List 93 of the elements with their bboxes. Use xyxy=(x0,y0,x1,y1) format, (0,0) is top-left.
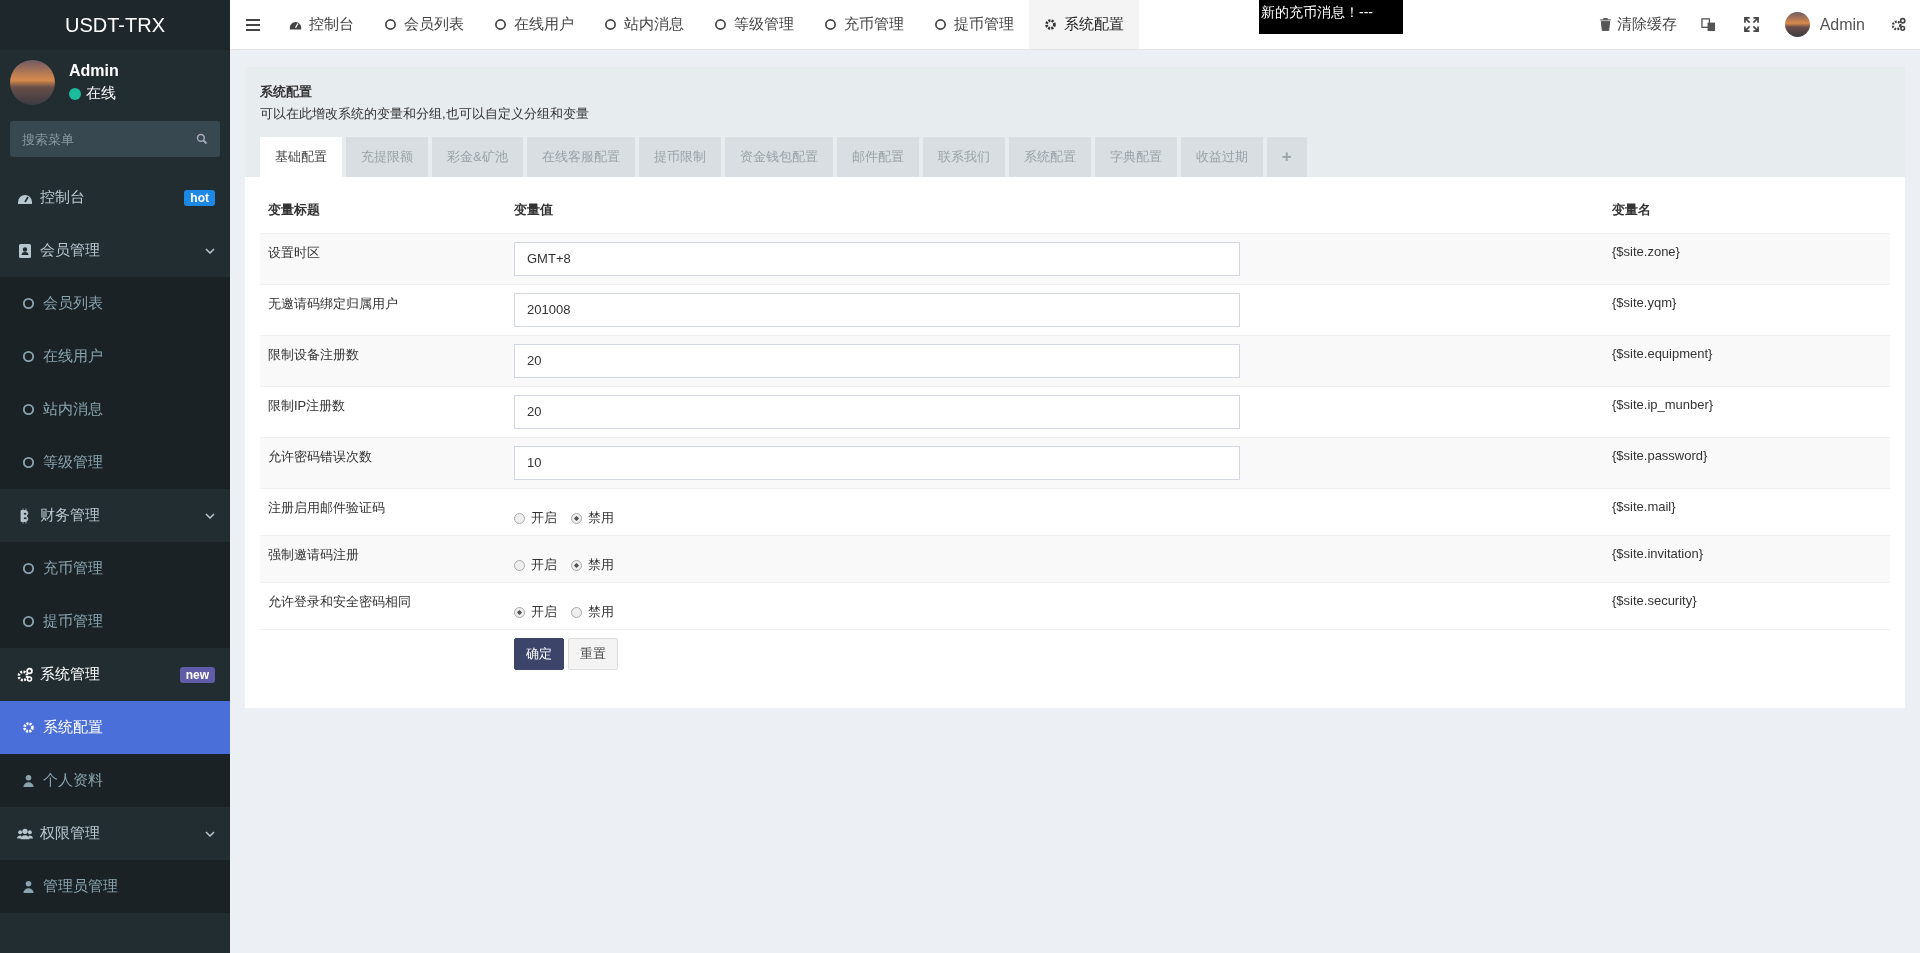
radio-button[interactable] xyxy=(514,512,525,524)
circle-icon xyxy=(22,456,35,469)
sidebar-submenu-item[interactable]: 系统配置 xyxy=(0,701,230,754)
radio-option[interactable]: 禁用 xyxy=(571,603,614,621)
variable-name: {$site.security} xyxy=(1612,593,1697,608)
translate-icon[interactable] xyxy=(1700,17,1716,32)
variable-name: {$site.equipment} xyxy=(1612,346,1713,361)
gear-icon xyxy=(1044,18,1057,31)
user-name: Admin xyxy=(69,62,119,80)
top-tab[interactable]: 在线用户 xyxy=(479,0,589,49)
brand-title[interactable]: USDT-TRX xyxy=(0,0,230,50)
status-text: 在线 xyxy=(86,84,116,103)
column-header: 变量名 xyxy=(1612,202,1651,217)
circle-icon xyxy=(714,18,727,31)
variable-name: {$site.mail} xyxy=(1612,499,1676,514)
sidebar-submenu-item[interactable]: 充币管理 xyxy=(0,542,230,595)
variable-name: {$site.invitation} xyxy=(1612,546,1704,561)
sidebar-submenu-item[interactable]: 个人资料 xyxy=(0,754,230,807)
sidebar-submenu-item[interactable]: 站内消息 xyxy=(0,383,230,436)
variable-name: {$site.yqm} xyxy=(1612,295,1677,310)
notice-banner: 新的充币消息！--- xyxy=(1259,0,1403,34)
top-tab[interactable]: 控制台 xyxy=(274,0,369,49)
circle-icon xyxy=(22,615,35,628)
circle-icon xyxy=(934,18,947,31)
variable-title: 设置时区 xyxy=(268,245,320,260)
radio-option[interactable]: 禁用 xyxy=(571,556,614,574)
circle-icon xyxy=(22,403,35,416)
avatar-image xyxy=(1784,12,1810,37)
radio-option[interactable]: 开启 xyxy=(514,556,557,574)
variable-title: 无邀请码绑定归属用户 xyxy=(268,296,398,311)
menu-badge: hot xyxy=(184,189,215,206)
sidebar-submenu-item[interactable]: 管理员管理 xyxy=(0,860,230,913)
variable-name: {$site.zone} xyxy=(1612,244,1680,259)
column-header: 变量标题 xyxy=(268,202,320,217)
gear-icon xyxy=(22,721,35,734)
sidebar-submenu-item[interactable]: 提币管理 xyxy=(0,595,230,648)
variable-title: 限制IP注册数 xyxy=(268,398,346,413)
input-field[interactable]: 10 xyxy=(514,446,1240,480)
radio-button[interactable] xyxy=(514,606,525,618)
circle-icon xyxy=(824,18,837,31)
sidebar-submenu-item[interactable]: 在线用户 xyxy=(0,330,230,383)
clear-cache-button[interactable]: 清除缓存 xyxy=(1598,15,1677,34)
input-field[interactable]: 20 xyxy=(514,344,1240,378)
top-tab[interactable]: 系统配置 xyxy=(1029,0,1139,49)
radio-button[interactable] xyxy=(514,559,525,571)
radio-button[interactable] xyxy=(571,606,582,618)
search-field[interactable]: 搜索菜单 xyxy=(10,121,220,157)
user-menu[interactable]: Admin xyxy=(1784,12,1865,37)
variable-title: 强制邀请码注册 xyxy=(268,547,359,562)
radio-option[interactable]: 禁用 xyxy=(571,509,614,527)
input-field[interactable]: GMT+8 xyxy=(514,242,1240,276)
menu-icon[interactable] xyxy=(246,18,260,31)
circle-icon xyxy=(604,18,617,31)
variable-title: 允许密码错误次数 xyxy=(268,449,372,464)
radio-button[interactable] xyxy=(571,512,582,524)
avatar-image xyxy=(10,60,55,105)
gears-icon[interactable] xyxy=(1891,17,1906,32)
variable-title: 限制设备注册数 xyxy=(268,347,359,362)
variable-title: 允许登录和安全密码相同 xyxy=(268,594,411,609)
variable-title: 注册启用邮件验证码 xyxy=(268,500,385,515)
sidebar-submenu-item[interactable]: 等级管理 xyxy=(0,436,230,489)
sidebar-submenu-item[interactable]: 会员列表 xyxy=(0,277,230,330)
trash-icon xyxy=(1598,18,1612,31)
top-tab[interactable]: 充币管理 xyxy=(809,0,919,49)
config-tab[interactable]: 基础配置 xyxy=(260,137,342,177)
input-field[interactable]: 201008 xyxy=(514,293,1240,327)
variable-name: {$site.password} xyxy=(1612,448,1708,463)
radio-option[interactable]: 开启 xyxy=(514,509,557,527)
circle-icon xyxy=(384,18,397,31)
radio-button[interactable] xyxy=(571,559,582,571)
reset-button[interactable]: 重置 xyxy=(568,638,618,670)
menu-badge: new xyxy=(179,666,215,683)
circle-icon xyxy=(494,18,507,31)
top-tab[interactable]: 站内消息 xyxy=(589,0,699,49)
top-tab[interactable]: 等级管理 xyxy=(699,0,809,49)
circle-icon xyxy=(22,350,35,363)
input-field[interactable]: 20 xyxy=(514,395,1240,429)
page-description: 可以在此增改系统的变量和分组,也可以自定义分组和变量 xyxy=(260,105,590,123)
circle-icon xyxy=(22,562,35,575)
radio-option[interactable]: 开启 xyxy=(514,603,557,621)
gears-icon xyxy=(17,666,33,683)
circle-icon xyxy=(22,297,35,310)
column-header: 变量值 xyxy=(514,202,553,217)
confirm-button[interactable]: 确定 xyxy=(514,638,564,670)
variable-name: {$site.ip_munber} xyxy=(1612,397,1714,412)
page-title: 系统配置 xyxy=(260,83,313,101)
contact-card-icon xyxy=(17,242,33,259)
user-icon xyxy=(22,880,35,893)
top-tab[interactable]: 会员列表 xyxy=(369,0,479,49)
search-icon[interactable] xyxy=(196,133,208,145)
top-tab[interactable]: 提币管理 xyxy=(919,0,1029,49)
user-icon xyxy=(22,774,35,787)
fullscreen-icon[interactable] xyxy=(1743,17,1759,32)
